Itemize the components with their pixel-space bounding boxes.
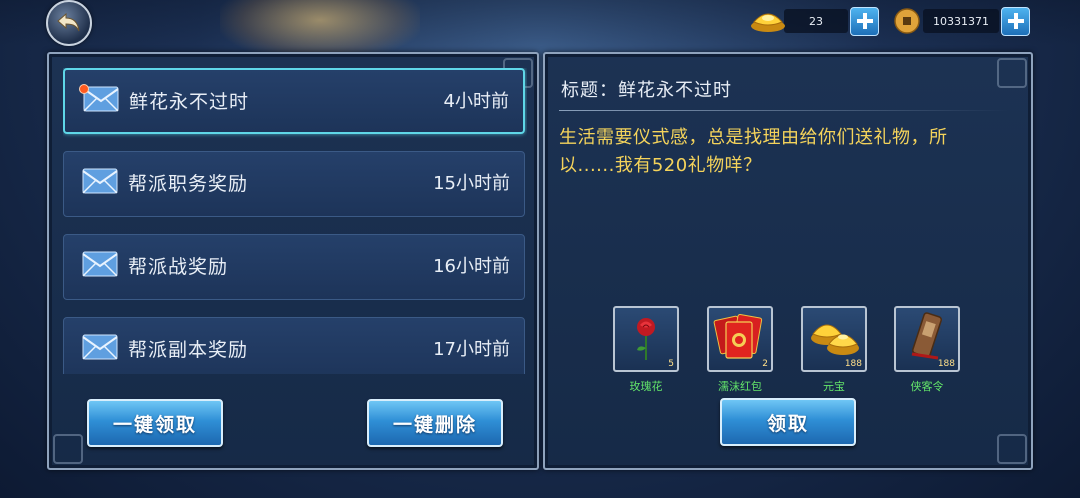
gold-ingot-icon: [811, 324, 859, 355]
reward-item[interactable]: 188 元宝: [801, 306, 867, 394]
coin-currency: 10331371: [893, 6, 1030, 36]
reward-name: 侠客令: [910, 380, 944, 393]
mail-item[interactable]: 鲜花永不过时 4小时前: [63, 68, 525, 134]
corner-ornament: [53, 434, 83, 464]
add-gold-ingot-button[interactable]: [850, 6, 879, 36]
reward-name: 元宝: [823, 380, 845, 393]
delete-all-button[interactable]: 一键删除: [367, 399, 503, 447]
mail-body-line: 生活需要仪式感，总是找理由给你们送礼物，所: [559, 127, 948, 148]
reward-count: 188: [937, 359, 955, 369]
red-envelope-icon: [713, 314, 763, 359]
mail-item[interactable]: 帮派副本奖励 17小时前: [63, 317, 525, 374]
coin-icon: [894, 8, 920, 34]
mail-item[interactable]: 帮派战奖励 16小时前: [63, 234, 525, 300]
gold-ingot-amount: 23: [784, 9, 848, 33]
plus-icon: [856, 13, 873, 29]
unread-dot: [79, 84, 89, 94]
token-icon: [911, 312, 943, 360]
back-button[interactable]: [46, 0, 92, 46]
claim-button[interactable]: 领取: [720, 398, 856, 446]
add-coin-button[interactable]: [1001, 6, 1030, 36]
mail-body-line: 以......我有520礼物咩？: [559, 155, 762, 176]
mail-time: 17小时前: [433, 339, 510, 360]
background-lantern-glow: [220, 0, 420, 60]
corner-ornament: [997, 434, 1027, 464]
reward-count: 188: [844, 359, 862, 369]
reward-item[interactable]: 2 濡沫红包: [707, 306, 773, 394]
gold-ingot-icon: [751, 13, 785, 32]
mail-title: 帮派战奖励: [128, 256, 229, 278]
mail-title: 帮派副本奖励: [128, 339, 249, 361]
mail-detail-title: 标题：鲜花永不过时: [561, 80, 732, 101]
back-arrow-icon: [57, 12, 80, 32]
mail-time: 16小时前: [433, 256, 510, 277]
reward-name: 玫瑰花: [629, 380, 663, 393]
reward-item[interactable]: 5 玫瑰花: [613, 306, 679, 394]
plus-icon: [1007, 13, 1024, 29]
reward-count: 5: [668, 359, 674, 369]
mail-detail-panel: 标题：鲜花永不过时 生活需要仪式感，总是找理由给你们送礼物，所 以......我…: [543, 52, 1033, 470]
mail-detail-body: 生活需要仪式感，总是找理由给你们送礼物，所 以......我有520礼物咩？: [559, 124, 1017, 180]
reward-name: 濡沫红包: [718, 380, 762, 393]
reward-slot[interactable]: 2: [707, 306, 773, 372]
rose-icon: [637, 318, 655, 360]
title-divider: [559, 110, 1009, 111]
mail-time: 15小时前: [433, 173, 510, 194]
reward-slot[interactable]: 188: [801, 306, 867, 372]
coin-amount: 10331371: [923, 9, 999, 33]
mail-title: 鲜花永不过时: [129, 91, 250, 113]
reward-count: 2: [762, 359, 768, 369]
mail-item[interactable]: 帮派职务奖励 15小时前: [63, 151, 525, 217]
reward-slot[interactable]: 5: [613, 306, 679, 372]
reward-item[interactable]: 188 侠客令: [894, 306, 960, 394]
corner-ornament: [997, 58, 1027, 88]
reward-slot[interactable]: 188: [894, 306, 960, 372]
envelope-icon: [82, 251, 118, 277]
envelope-icon: [82, 334, 118, 360]
mail-title: 帮派职务奖励: [128, 173, 249, 195]
mail-time: 4小时前: [443, 91, 509, 112]
gold-ingot-currency: 23: [748, 6, 879, 36]
mail-list[interactable]: 鲜花永不过时 4小时前 帮派职务奖励 15小时前 帮派战奖励 16小时前 帮派副…: [63, 68, 527, 374]
mail-list-panel: 鲜花永不过时 4小时前 帮派职务奖励 15小时前 帮派战奖励 16小时前 帮派副…: [47, 52, 539, 470]
claim-all-button[interactable]: 一键领取: [87, 399, 223, 447]
envelope-icon: [82, 168, 118, 194]
